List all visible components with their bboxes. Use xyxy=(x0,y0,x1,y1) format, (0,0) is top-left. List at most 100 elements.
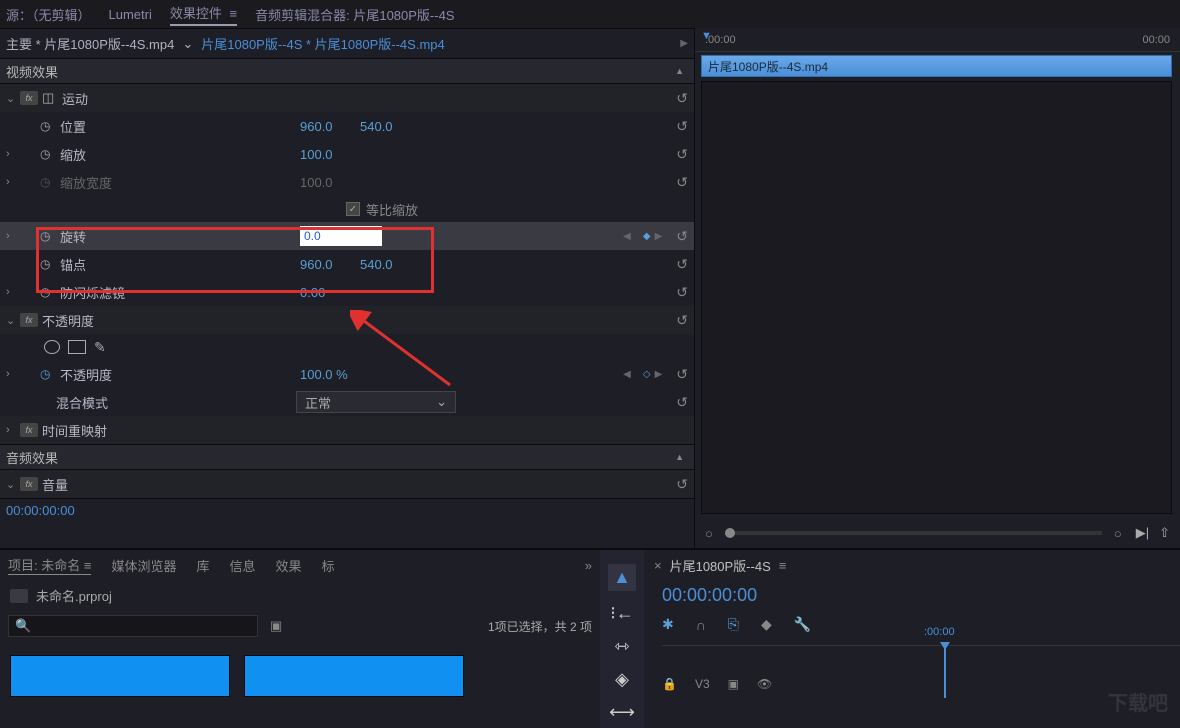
reset-position-icon[interactable]: ↺ xyxy=(676,118,688,135)
zoom-out-handle[interactable]: ○ xyxy=(705,526,713,541)
tab-markers[interactable]: 标 xyxy=(322,556,335,575)
reset-rotation-icon[interactable]: ↺ xyxy=(676,228,688,245)
scale-value[interactable]: 100.0 xyxy=(300,147,360,162)
uniform-scale-checkbox[interactable]: ✓ xyxy=(346,202,360,216)
add-keyframe-icon[interactable]: ◆ xyxy=(643,231,651,242)
media-thumbnail[interactable] xyxy=(10,655,230,697)
sequence-timecode[interactable]: 00:00:00:00 xyxy=(644,581,1180,610)
settings-icon[interactable]: 🔧 xyxy=(794,616,811,633)
media-thumbnail[interactable] xyxy=(244,655,464,697)
prev-keyframe-icon[interactable]: ◀ xyxy=(623,231,631,242)
seq-playhead-line[interactable] xyxy=(944,648,946,698)
tab-source[interactable]: 源：（无剪辑） xyxy=(6,5,91,24)
opacity-add-kf-icon[interactable]: ◇ xyxy=(643,369,651,380)
sequence-ruler[interactable]: :00:00 xyxy=(662,645,1180,673)
opacity-value[interactable]: 100.0 % xyxy=(300,367,360,382)
panel-menu3-icon[interactable]: ≡ xyxy=(779,558,787,573)
selection-tool-icon[interactable]: ▲ xyxy=(608,564,636,591)
tab-info[interactable]: 信息 xyxy=(229,556,255,575)
audio-collapse-icon[interactable]: ▲ xyxy=(675,452,684,462)
fx-badge-icon[interactable]: fx xyxy=(20,91,38,105)
project-search-input[interactable]: 🔍 xyxy=(8,615,258,637)
stopwatch-opacity-icon[interactable]: ◷ xyxy=(40,367,56,381)
tab-effects[interactable]: 效果 xyxy=(276,556,302,575)
tab-audio-mixer[interactable]: 音频剪辑混合器: 片尾1080P版--4S xyxy=(255,5,454,24)
tab-lumetri[interactable]: Lumetri xyxy=(109,7,152,22)
tabs-overflow-icon[interactable]: » xyxy=(585,558,592,573)
expand-rotation-icon[interactable]: › xyxy=(6,230,20,242)
expand-timeremap-icon[interactable]: › xyxy=(6,424,20,436)
reset-scalew-icon[interactable]: ↺ xyxy=(676,174,688,191)
position-y-value[interactable]: 540.0 xyxy=(360,119,420,134)
breadcrumb-sub[interactable]: 片尾1080P版--4S * 片尾1080P版--4S.mp4 xyxy=(201,34,444,53)
stopwatch-scale-icon[interactable]: ◷ xyxy=(40,147,56,161)
track-lock-icon[interactable]: 🔒 xyxy=(662,677,677,691)
track-label[interactable]: V3 xyxy=(695,677,710,691)
track-visibility-icon[interactable]: 👁 xyxy=(757,677,772,691)
opacity-next-kf-icon[interactable]: ▶ xyxy=(655,369,663,380)
ellipse-mask-icon[interactable] xyxy=(44,340,60,354)
expand-scalew-icon[interactable]: › xyxy=(6,176,20,188)
linked-selection-icon[interactable]: ⎘ xyxy=(728,616,739,633)
breadcrumb-main[interactable]: 主要 * 片尾1080P版--4S.mp4 xyxy=(6,34,174,53)
stopwatch-position-icon[interactable]: ◷ xyxy=(40,119,56,133)
zoom-in-handle[interactable]: ○ xyxy=(1114,526,1122,541)
track-select-tool-icon[interactable]: ⁝← xyxy=(610,603,634,624)
reset-opacity-group-icon[interactable]: ↺ xyxy=(676,312,688,329)
stopwatch-rotation-icon[interactable]: ◷ xyxy=(40,229,56,243)
fx-volume-icon[interactable]: fx xyxy=(20,477,38,491)
pen-mask-icon[interactable]: ✎ xyxy=(94,339,106,356)
razor-tool-icon[interactable]: ◈ xyxy=(615,669,629,690)
loop-icon[interactable]: ▶| xyxy=(1136,525,1149,541)
blend-mode-select[interactable]: 正常 ⌄ xyxy=(296,391,456,413)
effect-timeline-body[interactable] xyxy=(701,81,1172,514)
direct-manip-icon[interactable]: ◫ xyxy=(42,90,58,106)
rotation-input[interactable] xyxy=(300,226,382,246)
reset-blend-icon[interactable]: ↺ xyxy=(676,394,688,411)
playhead-icon[interactable]: ▼ xyxy=(701,30,712,42)
expand-opacity-icon[interactable]: ⌄ xyxy=(6,314,20,327)
reset-opacity-icon[interactable]: ↺ xyxy=(676,366,688,383)
expand-opacity-val-icon[interactable]: › xyxy=(6,368,20,380)
breadcrumb-dropdown-icon[interactable]: ⌄ xyxy=(182,36,193,52)
position-x-value[interactable]: 960.0 xyxy=(300,119,360,134)
tab-media-browser[interactable]: 媒体浏览器 xyxy=(111,556,176,575)
reset-motion-icon[interactable]: ↺ xyxy=(676,90,688,107)
close-sequence-icon[interactable]: × xyxy=(654,558,662,573)
reset-anchor-icon[interactable]: ↺ xyxy=(676,256,688,273)
ripple-tool-icon[interactable]: ⇿ xyxy=(614,636,629,657)
tab-project[interactable]: 项目: 未命名 ≡ xyxy=(8,555,91,575)
new-bin-icon[interactable]: ▣ xyxy=(270,618,282,634)
fx-opacity-icon[interactable]: fx xyxy=(20,313,38,327)
tab-libraries[interactable]: 库 xyxy=(196,556,209,575)
expand-motion-icon[interactable]: ⌄ xyxy=(6,92,20,105)
anchor-y-value[interactable]: 540.0 xyxy=(360,257,420,272)
stopwatch-anchor-icon[interactable]: ◷ xyxy=(40,257,56,271)
slip-tool-icon[interactable]: ⟷ xyxy=(609,702,635,723)
rect-mask-icon[interactable] xyxy=(68,340,86,354)
expand-scale-icon[interactable]: › xyxy=(6,148,20,160)
magnet-icon[interactable]: ∩ xyxy=(696,617,706,633)
opacity-prev-kf-icon[interactable]: ◀ xyxy=(623,369,631,380)
expand-volume-icon[interactable]: ⌄ xyxy=(6,478,20,491)
panel-menu-icon[interactable]: ≡ xyxy=(230,6,238,21)
export-icon[interactable]: ⇧ xyxy=(1159,525,1170,541)
snap-icon[interactable]: ✱ xyxy=(662,616,674,633)
stopwatch-flicker-icon[interactable]: ◷ xyxy=(40,285,56,299)
track-toggle-icon[interactable]: ▣ xyxy=(728,677,739,691)
anti-flicker-value[interactable]: 0.00 xyxy=(300,285,360,300)
collapse-arrow-icon[interactable]: ▲ xyxy=(675,66,684,76)
reset-volume-icon[interactable]: ↺ xyxy=(676,476,688,493)
tab-effect-controls[interactable]: 效果控件 ≡ xyxy=(170,3,237,26)
effect-timecode[interactable]: 00:00:00:00 xyxy=(0,498,694,522)
reset-flicker-icon[interactable]: ↺ xyxy=(676,284,688,301)
sequence-name[interactable]: 片尾1080P版--4S xyxy=(670,556,771,575)
play-arrow-icon[interactable]: ▶ xyxy=(680,38,688,49)
anchor-x-value[interactable]: 960.0 xyxy=(300,257,360,272)
panel-menu2-icon[interactable]: ≡ xyxy=(84,558,92,573)
expand-flicker-icon[interactable]: › xyxy=(6,286,20,298)
next-keyframe-icon[interactable]: ▶ xyxy=(655,231,663,242)
reset-scale-icon[interactable]: ↺ xyxy=(676,146,688,163)
zoom-slider[interactable] xyxy=(725,531,1102,535)
fx-timeremap-icon[interactable]: fx xyxy=(20,423,38,437)
